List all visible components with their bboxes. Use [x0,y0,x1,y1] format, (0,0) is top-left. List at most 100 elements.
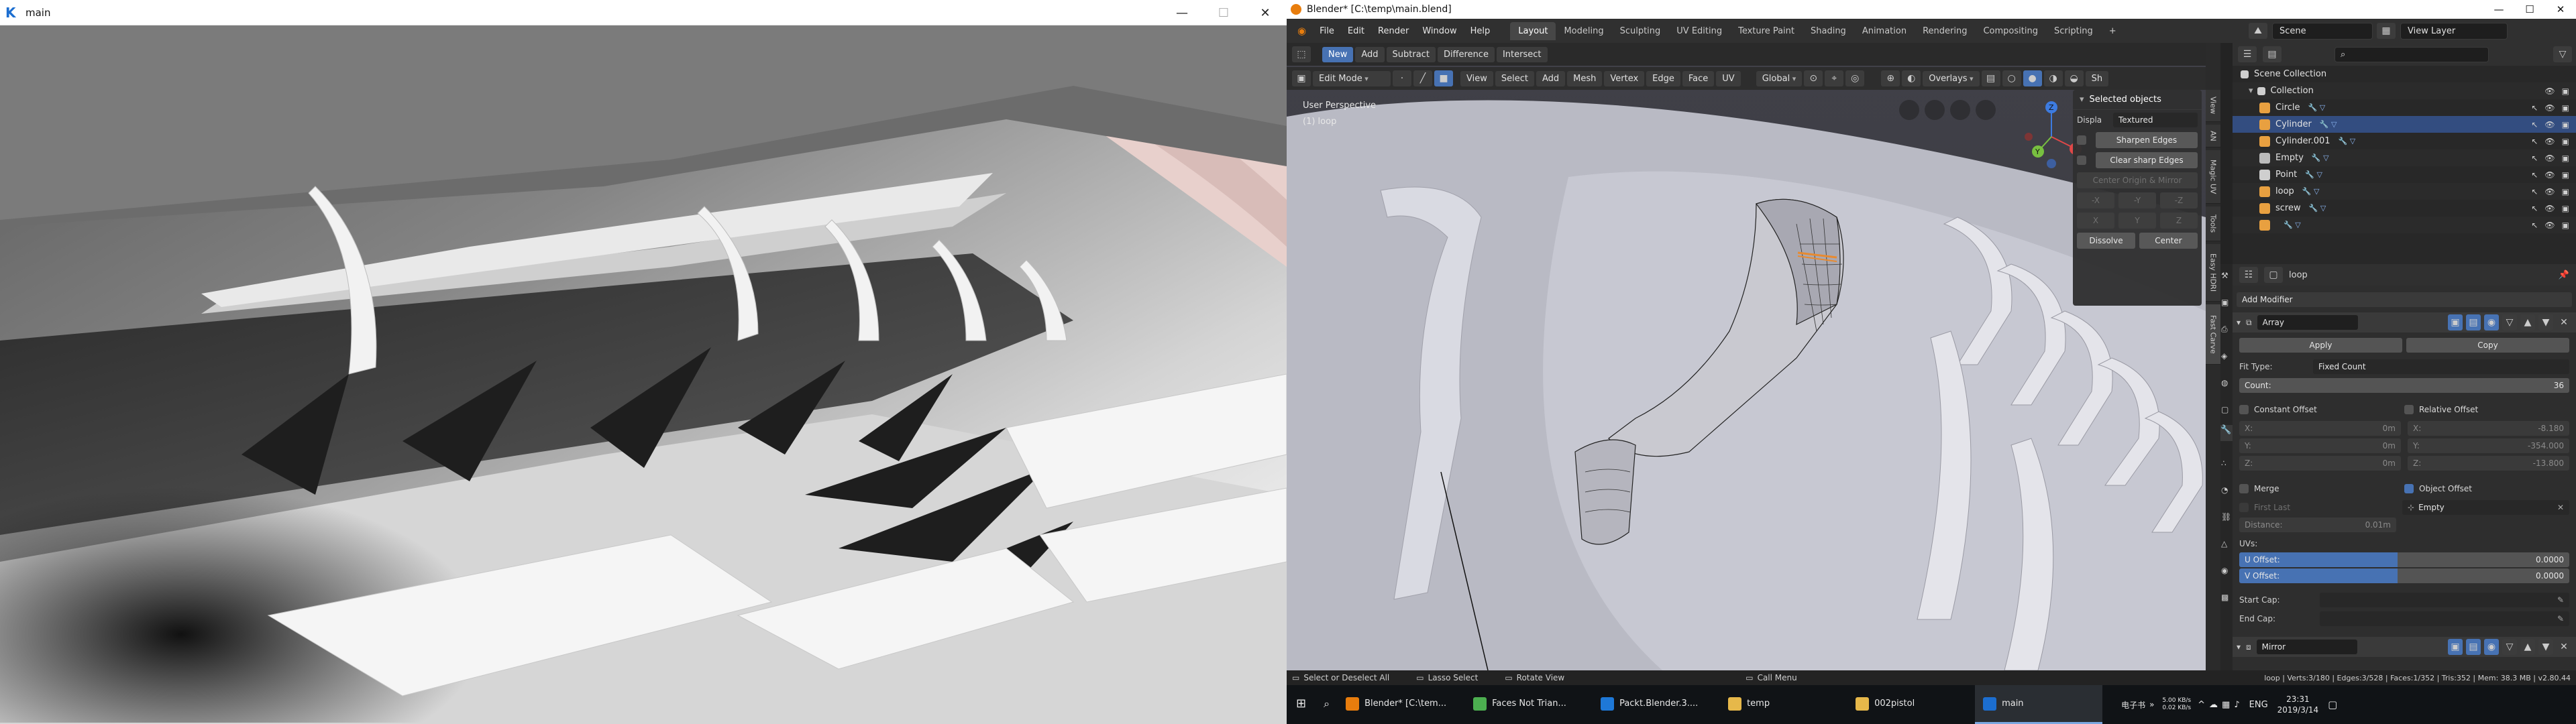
axis-neg-z-button[interactable]: -Z [2160,192,2198,208]
gizmo-neg-x-icon[interactable] [2025,133,2033,141]
visibility-icon[interactable]: 👁 [2544,170,2555,180]
properties-editor-icon[interactable]: ☷ [2239,267,2258,283]
merge-checkbox[interactable] [2239,484,2249,493]
render-icon[interactable]: ▣ [2562,221,2569,230]
modifier-indicator-icon[interactable]: 🔧 ▽ [2312,154,2329,162]
outliner-item[interactable]: Point 🔧 ▽ ↖ 👁 ▣ [2233,166,2576,183]
mirror-editmode-icon[interactable]: ▣ [2448,639,2463,655]
blender-menu-logo-icon[interactable]: ◉ [1291,25,1313,37]
outliner-item[interactable]: Circle 🔧 ▽ ↖ 👁 ▣ [2233,99,2576,116]
overlay-toggle-icon[interactable]: ◐ [1902,70,1921,86]
language-indicator[interactable]: ENG [2249,700,2268,710]
side-tab-magic-uv[interactable]: Magic UV [2206,150,2220,204]
tab-rendering[interactable]: Rendering [1915,22,1975,40]
taskbar-app[interactable]: Faces Not Trian... [1465,685,1593,724]
array-remove-icon[interactable]: ✕ [2557,314,2571,330]
maximize-button[interactable]: ☐ [1203,0,1244,25]
collapse-icon[interactable]: ▾ [2080,95,2084,105]
mode-dropdown[interactable]: Edit Mode [1313,70,1391,86]
scene-tab-icon[interactable]: ◈ [2221,351,2232,362]
clear-sharp-edges-button[interactable]: Clear sharp Edges [2096,152,2198,168]
taskbar-app[interactable]: Blender* [C:\tem... [1338,685,1465,724]
side-tab-an[interactable]: AN [2206,125,2220,147]
pivot-icon[interactable]: ⊙ [1804,70,1823,86]
object-tab-icon[interactable]: ▢ [2221,405,2232,416]
blender-minimize-button[interactable]: — [2483,0,2514,19]
tab-sculpting[interactable]: Sculpting [1612,22,1669,40]
render-tab-icon[interactable]: ▣ [2221,298,2232,308]
scene-field[interactable]: Scene [2272,22,2373,40]
visibility-icon[interactable]: 👁 [2544,103,2555,113]
constraints-tab-icon[interactable]: ⛓ [2221,512,2232,523]
world-tab-icon[interactable]: ◍ [2221,378,2232,389]
minimize-button[interactable]: — [1162,0,1202,25]
array-render-icon[interactable]: ◉ [2484,314,2499,330]
constant-y-field[interactable]: Y: 0m [2239,438,2401,453]
u-offset-field[interactable]: U Offset: 0.0000 [2239,552,2569,567]
outliner-item[interactable]: 🔧 ▽ ↖ 👁 ▣ [2233,217,2576,233]
first-last-checkbox[interactable] [2239,503,2249,512]
tray-expand-icon[interactable]: » [2149,700,2154,709]
xray-icon[interactable]: ▤ [1981,70,2000,86]
visibility-icon[interactable]: 👁 [2544,187,2555,196]
offset-object-field[interactable]: ⊹ Empty ✕ [2402,500,2569,515]
overlays-dropdown[interactable]: Overlays [1923,70,1980,86]
editor-type-icon[interactable]: ▣ [1292,70,1311,86]
menu-window[interactable]: Window [1415,26,1463,36]
start-button[interactable]: ⊞ [1287,685,1316,724]
axis-y-button[interactable]: Y [2118,213,2156,229]
outliner-editor-icon[interactable]: ☰ [2238,46,2257,62]
proportional-icon[interactable]: ◎ [1845,70,1865,86]
render-icon[interactable]: ▣ [2562,170,2569,180]
outliner-item[interactable]: loop 🔧 ▽ ↖ 👁 ▣ [2233,183,2576,200]
render-icon[interactable]: ▣ [2562,86,2569,96]
taskbar-app[interactable]: Packt.Blender.3.... [1593,685,1720,724]
relative-y-field[interactable]: Y: -354.000 [2408,438,2569,453]
select-arrow-icon[interactable]: ↖ [2531,204,2538,213]
render-icon[interactable]: ▣ [2562,187,2569,196]
clock[interactable]: 23:31 2019/3/14 [2277,694,2319,715]
gizmo-neg-z-icon[interactable] [2047,159,2056,168]
render-icon[interactable]: ▣ [2562,137,2569,146]
modifier-indicator-icon[interactable]: 🔧 ▽ [2302,187,2320,196]
shading-tab[interactable]: Sh [2085,70,2109,86]
eyedropper-icon[interactable]: ✎ [2557,595,2564,605]
menu-select[interactable]: Select [1495,70,1534,86]
side-tab-view[interactable]: View [2206,90,2220,122]
menu-edge[interactable]: Edge [1646,70,1680,86]
close-button[interactable]: ✕ [1245,0,1285,25]
copy-button[interactable]: Copy [2406,338,2569,353]
modifier-indicator-icon[interactable]: 🔧 ▽ [2308,103,2326,112]
axis-neg-x-button[interactable]: -X [2077,192,2114,208]
render-icon[interactable]: ▣ [2562,103,2569,113]
end-cap-field[interactable]: ✎ [2320,611,2569,626]
taskbar-app[interactable]: 002pistol [1847,685,1975,724]
select-tool-icon[interactable]: ⬚ [1292,46,1311,62]
modifier-tab-icon[interactable]: 🔧 [2220,425,2233,441]
center-origin-mirror-button[interactable]: Center Origin & Mirror [2077,172,2198,188]
tray-icons[interactable]: ^☁▦♪ [2198,700,2244,710]
relative-z-field[interactable]: Z: -13.800 [2408,456,2569,471]
modifier-indicator-icon[interactable]: 🔧 ▽ [2305,170,2322,179]
modifier-indicator-icon[interactable]: 🔧 ▽ [2339,137,2356,145]
particles-tab-icon[interactable]: ∴ [2221,459,2232,469]
array-move-down-icon[interactable]: ▼ [2538,314,2553,330]
visibility-icon[interactable]: 👁 [2544,204,2555,213]
side-tab-fast-carve[interactable]: Fast Carve [2206,304,2220,365]
select-arrow-icon[interactable]: ↖ [2531,120,2538,129]
mirror-cage-icon[interactable]: ▽ [2502,639,2517,655]
blender-titlebar[interactable]: Blender* [C:\temp\main.blend] — ☐ ✕ [1287,0,2576,19]
outliner-search-input[interactable]: ⌕ [2334,46,2489,62]
rendered-shading-icon[interactable]: ◒ [2064,70,2084,86]
add-workspace-button[interactable]: + [2101,22,2125,40]
visibility-icon[interactable]: 👁 [2544,137,2555,146]
render-icon[interactable]: ▣ [2562,154,2569,163]
mirror-collapse-icon[interactable]: ▾ [2237,642,2241,652]
solid-shading-icon[interactable]: ● [2023,70,2042,86]
constant-x-field[interactable]: X: 0m [2239,421,2401,436]
gizmo-toggle-icon[interactable]: ⊕ [1881,70,1900,86]
taskbar-app[interactable]: main [1975,685,2103,724]
search-button[interactable]: ⌕ [1316,685,1338,724]
array-editmode-icon[interactable]: ▣ [2448,314,2463,330]
menu-uv[interactable]: UV [1716,70,1741,86]
